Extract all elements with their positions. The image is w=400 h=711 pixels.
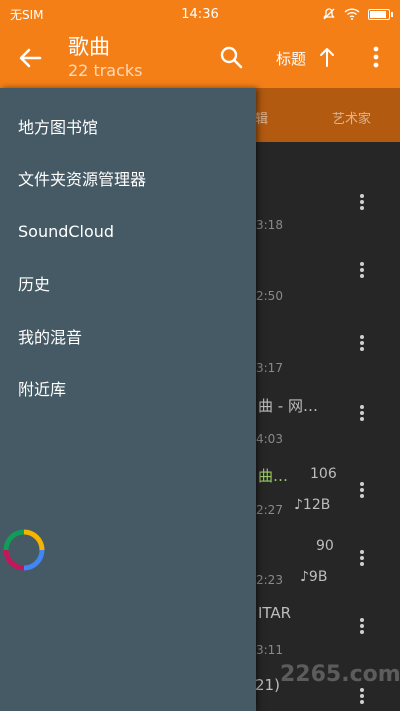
navigation-drawer: 地方图书馆 文件夹资源管理器 SoundCloud 历史 我的混音 附近库 (0, 88, 256, 711)
more-vert-icon[interactable] (366, 44, 386, 70)
track-duration: 3:11 (256, 643, 283, 657)
loading-spinner-icon (3, 529, 45, 571)
page-title: 歌曲 (68, 35, 110, 59)
drawer-item-history[interactable]: 历史 (0, 257, 256, 309)
track-duration: 2:23 (256, 573, 283, 587)
track-more-icon[interactable] (355, 333, 369, 353)
battery-icon (368, 8, 393, 20)
track-duration: 2:50 (256, 289, 283, 303)
drawer-item-my-mixes[interactable]: 我的混音 (0, 310, 256, 362)
back-arrow-icon[interactable] (14, 42, 46, 74)
play-count: 90 (316, 538, 334, 554)
track-more-icon[interactable] (355, 480, 369, 500)
sort-button[interactable]: 标题 (276, 48, 306, 69)
track-more-icon[interactable] (355, 260, 369, 280)
track-more-icon[interactable] (355, 686, 369, 706)
watermark: 2265.com (280, 662, 400, 687)
play-count: 106 (310, 466, 337, 482)
track-duration: 2:27 (256, 503, 283, 517)
drawer-item-local-library[interactable]: 地方图书馆 (0, 100, 256, 152)
drawer-item-nearby-library[interactable]: 附近库 (0, 362, 256, 414)
toolbar: 歌曲 22 tracks 标题 (0, 28, 400, 88)
drawer-item-soundcloud[interactable]: SoundCloud (0, 205, 256, 257)
track-title: 曲 - 网… (258, 397, 318, 415)
track-more-icon[interactable] (355, 192, 369, 212)
clock: 14:36 (181, 6, 219, 22)
arrow-up-icon[interactable] (316, 44, 338, 70)
track-more-icon[interactable] (355, 403, 369, 423)
title-block: 歌曲 22 tracks (68, 34, 143, 82)
tab-artist[interactable]: 艺术家 (332, 108, 371, 127)
track-count: 22 tracks (68, 61, 143, 80)
track-duration: 3:18 (256, 218, 283, 232)
track-title: 曲… (258, 467, 289, 485)
track-more-icon[interactable] (355, 548, 369, 568)
track-title: 21) (255, 676, 280, 694)
track-duration: 4:03 (256, 432, 283, 446)
track-duration: 3:17 (256, 361, 283, 375)
tab-album[interactable]: 辑 (255, 108, 268, 127)
drawer-item-folder-explorer[interactable]: 文件夹资源管理器 (0, 152, 256, 204)
track-size: ♪12B (294, 497, 331, 513)
status-bar: 无SIM 14:36 (0, 0, 400, 28)
track-title: ITAR (258, 604, 292, 622)
search-icon[interactable] (218, 44, 244, 70)
track-size: ♪9B (300, 569, 328, 585)
track-more-icon[interactable] (355, 616, 369, 636)
